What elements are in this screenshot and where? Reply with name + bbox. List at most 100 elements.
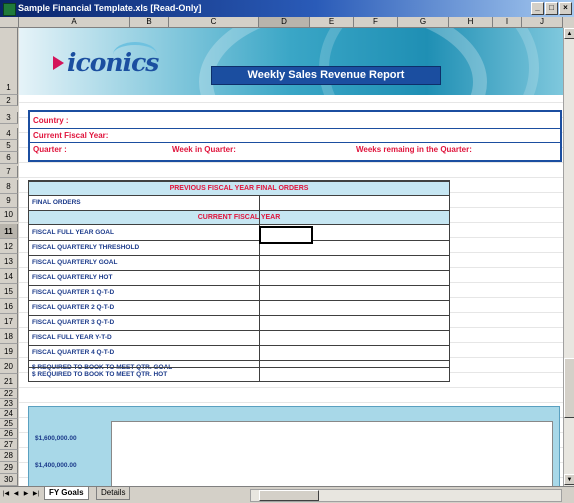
- close-button[interactable]: ×: [559, 2, 572, 15]
- table-row-label: FISCAL QUARTER 4 Q-T-D: [32, 349, 115, 356]
- column-header-e[interactable]: E: [310, 17, 354, 28]
- row-header-20[interactable]: 20: [0, 359, 18, 374]
- row-header-5[interactable]: 5: [0, 140, 18, 152]
- previous-fiscal-year-header: PREVIOUS FISCAL YEAR FINAL ORDERS: [29, 181, 449, 196]
- vertical-scrollbar[interactable]: ▲ ▼: [563, 28, 574, 486]
- row-header-15[interactable]: 15: [0, 284, 18, 299]
- table-row-label: $ REQUIRED TO BOOK TO MEET QTR. HOT: [32, 371, 168, 378]
- quarter-label: Quarter :: [33, 145, 67, 154]
- row-header-12[interactable]: 12: [0, 239, 18, 254]
- table-row: FISCAL QUARTER 4 Q-T-D: [29, 345, 449, 361]
- table-row: FISCAL QUARTERLY HOT: [29, 270, 449, 286]
- column-header-f[interactable]: F: [354, 17, 398, 28]
- window-titlebar: Sample Financial Template.xls [Read-Only…: [0, 0, 574, 17]
- table-row-label: FISCAL FULL YEAR GOAL: [32, 229, 114, 236]
- vertical-scroll-thumb[interactable]: [564, 358, 574, 418]
- table-row: FINAL ORDERS: [29, 195, 449, 211]
- current-fiscal-year-header: CURRENT FISCAL YEAR: [29, 210, 449, 225]
- row-header-26[interactable]: 26: [0, 429, 18, 439]
- table-row: FISCAL QUARTER 1 Q-T-D: [29, 285, 449, 301]
- iconics-logo: iconics: [53, 42, 163, 78]
- table-row: FISCAL QUARTERLY THRESHOLD: [29, 240, 449, 256]
- column-headers: A B C D E F G H I J: [0, 17, 574, 28]
- column-header-b[interactable]: B: [130, 17, 169, 28]
- row-header-21[interactable]: 21: [0, 374, 18, 389]
- window-title: Sample Financial Template.xls [Read-Only…: [18, 3, 202, 13]
- row-header-19[interactable]: 19: [0, 344, 18, 359]
- country-label: Country :: [33, 116, 69, 125]
- prev-sheet-button[interactable]: ◀: [12, 490, 20, 499]
- scroll-down-button[interactable]: ▼: [564, 474, 574, 485]
- row-header-7[interactable]: 7: [0, 166, 18, 178]
- weeks-remaining-label: Weeks remaing in the Quarter:: [356, 145, 472, 154]
- report-banner: iconics Weekly Sales Revenue Report: [19, 28, 563, 95]
- row-header-27[interactable]: 27: [0, 439, 18, 450]
- row-header-25[interactable]: 25: [0, 419, 18, 429]
- excel-app-icon: [3, 3, 16, 16]
- column-header-c[interactable]: C: [169, 17, 259, 28]
- chart-plot-area[interactable]: [111, 421, 553, 489]
- table-row: FISCAL QUARTER 3 Q-T-D: [29, 315, 449, 331]
- report-info-box: Country : Current Fiscal Year: Quarter :…: [28, 110, 562, 162]
- table-row: FISCAL FULL YEAR GOAL: [29, 225, 449, 241]
- table-row: FISCAL FULL YEAR Y-T-D: [29, 330, 449, 346]
- last-sheet-button[interactable]: ▶|: [32, 490, 40, 499]
- sheet-tab-details[interactable]: Details: [96, 487, 131, 500]
- table-row-label: FISCAL QUARTERLY GOAL: [32, 259, 118, 266]
- row-header-24[interactable]: 24: [0, 409, 18, 419]
- column-header-a[interactable]: A: [19, 17, 130, 28]
- sheet-tab-fy-goals[interactable]: FY Goals: [44, 487, 89, 500]
- table-row-label: FISCAL FULL YEAR Y-T-D: [32, 334, 112, 341]
- row-header-18[interactable]: 18: [0, 329, 18, 344]
- select-all-corner[interactable]: [0, 17, 19, 28]
- column-header-j[interactable]: J: [522, 17, 563, 28]
- row-header-9[interactable]: 9: [0, 194, 18, 208]
- row-header-6[interactable]: 6: [0, 152, 18, 164]
- scroll-up-button[interactable]: ▲: [564, 28, 574, 39]
- week-in-quarter-label: Week in Quarter:: [172, 145, 236, 154]
- row-header-3[interactable]: 3: [0, 112, 18, 124]
- info-divider: [30, 128, 560, 129]
- horizontal-scroll-thumb[interactable]: [259, 490, 319, 501]
- chart-y-tick-label: $1,600,000.00: [35, 435, 77, 442]
- logo-swoosh: [113, 42, 157, 67]
- row-header-28[interactable]: 28: [0, 450, 18, 462]
- row-header-23[interactable]: 23: [0, 399, 18, 409]
- row-header-16[interactable]: 16: [0, 299, 18, 314]
- chart-y-tick-label: $1,400,000.00: [35, 462, 77, 469]
- column-header-g[interactable]: G: [398, 17, 449, 28]
- row-header-13[interactable]: 13: [0, 254, 18, 269]
- next-sheet-button[interactable]: ▶: [22, 490, 30, 499]
- table-row-label: FISCAL QUARTER 1 Q-T-D: [32, 289, 115, 296]
- row-header-8[interactable]: 8: [0, 180, 18, 194]
- logo-arrow-icon: [53, 56, 64, 70]
- table-column-divider: [259, 195, 260, 381]
- row-header-30[interactable]: 30: [0, 474, 18, 486]
- column-header-i[interactable]: I: [493, 17, 522, 28]
- row-header-14[interactable]: 14: [0, 269, 18, 284]
- row-header-1[interactable]: 1: [0, 28, 18, 95]
- table-row: FISCAL QUARTERLY GOAL: [29, 255, 449, 271]
- chart-area[interactable]: $1,600,000.00 $1,400,000.00: [28, 406, 560, 489]
- info-divider: [30, 142, 560, 143]
- column-header-h[interactable]: H: [449, 17, 493, 28]
- row-header-10[interactable]: 10: [0, 208, 18, 222]
- row-header-17[interactable]: 17: [0, 314, 18, 329]
- minimize-button[interactable]: _: [531, 2, 544, 15]
- row-header-22[interactable]: 22: [0, 389, 18, 399]
- maximize-button[interactable]: □: [545, 2, 558, 15]
- row-header-29[interactable]: 29: [0, 462, 18, 474]
- row-header-4[interactable]: 4: [0, 128, 18, 140]
- horizontal-scrollbar[interactable]: [250, 489, 562, 502]
- column-header-d[interactable]: D: [259, 17, 310, 28]
- report-title: Weekly Sales Revenue Report: [211, 66, 441, 85]
- table-row: $ REQUIRED TO BOOK TO MEET QTR. HOT: [29, 367, 449, 382]
- first-sheet-button[interactable]: |◀: [2, 490, 10, 499]
- fiscal-year-label: Current Fiscal Year:: [33, 131, 109, 140]
- fiscal-table: PREVIOUS FISCAL YEAR FINAL ORDERS FINAL …: [28, 180, 450, 382]
- table-row-label: FISCAL QUARTER 2 Q-T-D: [32, 304, 115, 311]
- row-header-2[interactable]: 2: [0, 95, 18, 106]
- table-row-label: FISCAL QUARTERLY THRESHOLD: [32, 244, 140, 251]
- active-cell-d11[interactable]: [259, 226, 313, 244]
- row-header-11[interactable]: 11: [0, 224, 18, 239]
